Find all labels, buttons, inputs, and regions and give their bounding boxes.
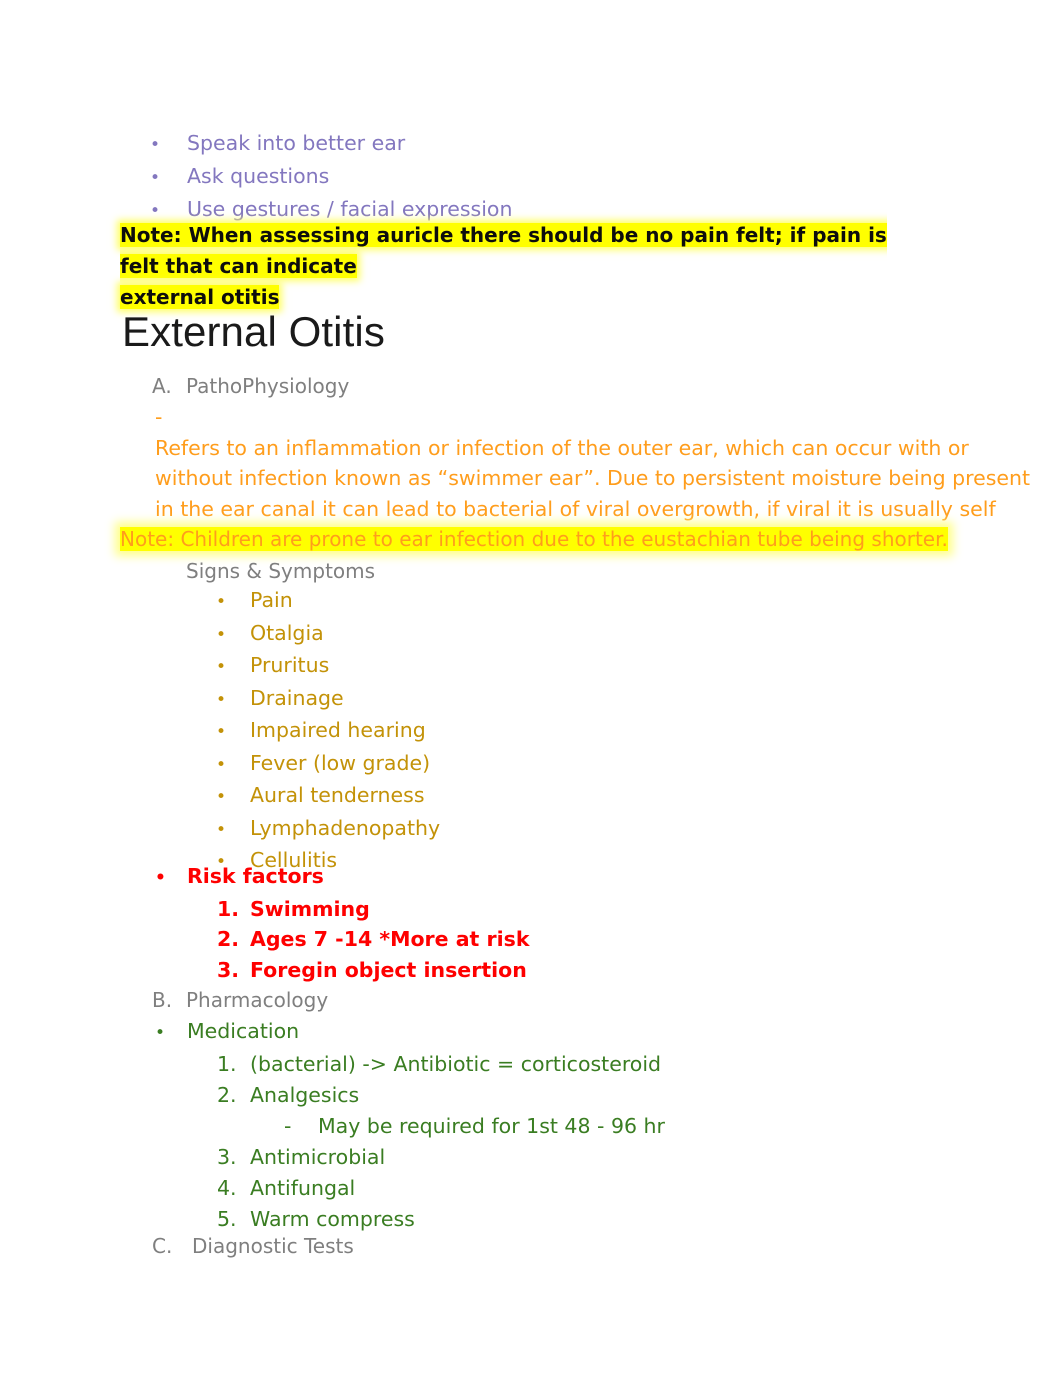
list-item: 4. Antifungal xyxy=(0,1173,1062,1204)
list-item-label: Pain xyxy=(250,588,293,612)
list-item-label: Ages 7 -14 *More at risk xyxy=(250,927,530,951)
bullet-icon: • xyxy=(216,624,227,645)
bullet-icon: • xyxy=(216,657,227,677)
section-a-heading: A. PathoPhysiology xyxy=(0,371,1062,402)
list-number: 4. xyxy=(217,1176,237,1200)
dash-icon: - xyxy=(155,405,163,429)
list-item: • Drainage xyxy=(0,683,1062,716)
list-item: • Speak into better ear xyxy=(0,128,1062,161)
medication-block: • Medication 1. (bacterial) -> Antibioti… xyxy=(0,1016,1062,1235)
bullet-icon: • xyxy=(150,168,161,188)
paragraph-line: without infection known as “swimmer ear”… xyxy=(155,466,1031,490)
list-item-label: Antifungal xyxy=(250,1176,356,1200)
section-a-label: PathoPhysiology xyxy=(186,374,350,398)
dash-icon: - xyxy=(284,1114,292,1138)
list-item: • Pain xyxy=(0,585,1062,618)
section-c-label: Diagnostic Tests xyxy=(192,1234,354,1258)
list-item: • Ask questions xyxy=(0,161,1062,194)
section-a-marker: A. xyxy=(152,374,172,398)
section-a: A. PathoPhysiology xyxy=(0,371,1062,402)
risk-factors-block: • Risk factors 1. Swimming 2. Ages 7 -14… xyxy=(0,861,1062,985)
note-children: Note: Children are prone to ear infectio… xyxy=(120,524,948,554)
list-item-label: (bacterial) -> Antibiotic = corticostero… xyxy=(250,1052,662,1076)
list-item: 2. Ages 7 -14 *More at risk xyxy=(0,924,1062,955)
bullet-icon: • xyxy=(216,722,227,742)
page-title: External Otitis xyxy=(122,308,385,355)
list-number: 2. xyxy=(217,927,240,951)
risk-factors-label: Risk factors xyxy=(187,864,324,888)
paragraph-line: Refers to an inflammation or infection o… xyxy=(155,435,969,460)
bullet-icon: • xyxy=(216,787,227,807)
section-c-heading: C. Diagnostic Tests xyxy=(0,1231,1062,1262)
bullet-icon: • xyxy=(155,1023,166,1043)
list-item-label: Speak into better ear xyxy=(187,131,406,155)
document-page: • Speak into better ear • Ask questions … xyxy=(0,0,1062,1376)
medication-sub-note-label: May be required for 1st 48 - 96 hr xyxy=(318,1114,665,1138)
section-b-heading: B. Pharmacology xyxy=(0,985,1062,1016)
list-item: 3. Antimicrobial xyxy=(0,1142,1062,1173)
list-item: • Aural tenderness xyxy=(0,780,1062,813)
list-item: 1. Swimming xyxy=(0,894,1062,925)
list-item: • Otalgia xyxy=(0,618,1062,651)
list-item: 3. Foregin object insertion xyxy=(0,955,1062,986)
medication-heading: • Medication xyxy=(0,1016,1062,1049)
list-item: • Pruritus xyxy=(0,650,1062,683)
list-item-label: Swimming xyxy=(250,896,370,921)
list-item-label: Pruritus xyxy=(250,653,330,677)
list-item-label: Aural tenderness xyxy=(250,783,425,807)
risk-factors-heading: • Risk factors xyxy=(0,861,1062,894)
bullet-icon: • xyxy=(150,135,161,155)
signs-symptoms-list: • Pain • Otalgia • Pruritus • Drainage •… xyxy=(0,585,1062,878)
list-number: 2. xyxy=(217,1083,237,1107)
bullet-icon: • xyxy=(155,868,166,888)
paragraph-line: in the ear canal it can lead to bacteria… xyxy=(155,496,996,521)
list-item-label: Antimicrobial xyxy=(250,1145,386,1169)
section-c: C. Diagnostic Tests xyxy=(0,1231,1062,1262)
list-item-label: Drainage xyxy=(250,685,344,710)
list-item: 2. Analgesics xyxy=(0,1080,1062,1111)
medication-sub-note: - May be required for 1st 48 - 96 hr xyxy=(0,1111,1062,1142)
signs-symptoms-title: Signs & Symptoms xyxy=(186,559,376,583)
section-b-label: Pharmacology xyxy=(186,988,329,1012)
bullet-icon: • xyxy=(216,689,227,710)
list-number: 3. xyxy=(217,957,240,982)
list-number: 1. xyxy=(217,1052,237,1076)
list-item-label: Analgesics xyxy=(250,1083,360,1107)
list-item-label: Ask questions xyxy=(187,164,330,188)
medication-label: Medication xyxy=(187,1019,300,1043)
section-b-marker: B. xyxy=(152,988,173,1012)
list-item-label: Foregin object insertion xyxy=(250,957,527,982)
list-item: 1. (bacterial) -> Antibiotic = corticost… xyxy=(0,1049,1062,1080)
list-item-label: Lymphadenopathy xyxy=(250,815,441,840)
bullet-icon: • xyxy=(216,819,227,840)
list-item-label: Otalgia xyxy=(250,620,324,645)
list-item-label: Fever (low grade) xyxy=(250,750,431,775)
communication-tips-list: • Speak into better ear • Ask questions … xyxy=(0,128,1062,227)
list-item: • Impaired hearing xyxy=(0,715,1062,748)
note-auricle: Note: When assessing auricle there shoul… xyxy=(120,220,930,313)
section-c-marker: C. xyxy=(152,1234,173,1258)
list-item: • Lymphadenopathy xyxy=(0,813,1062,846)
bullet-icon: • xyxy=(216,754,227,775)
list-item: • Fever (low grade) xyxy=(0,748,1062,781)
list-number: 1. xyxy=(217,896,240,921)
bullet-icon: • xyxy=(216,592,227,612)
note-auricle-line-1: Note: When assessing auricle there shoul… xyxy=(120,220,930,282)
list-item-label: Impaired hearing xyxy=(250,718,426,742)
note-children-text: Note: Children are prone to ear infectio… xyxy=(120,527,948,551)
note-auricle-text-1: Note: When assessing auricle there shoul… xyxy=(120,223,887,278)
section-b: B. Pharmacology xyxy=(0,985,1062,1016)
list-number: 3. xyxy=(217,1145,237,1169)
